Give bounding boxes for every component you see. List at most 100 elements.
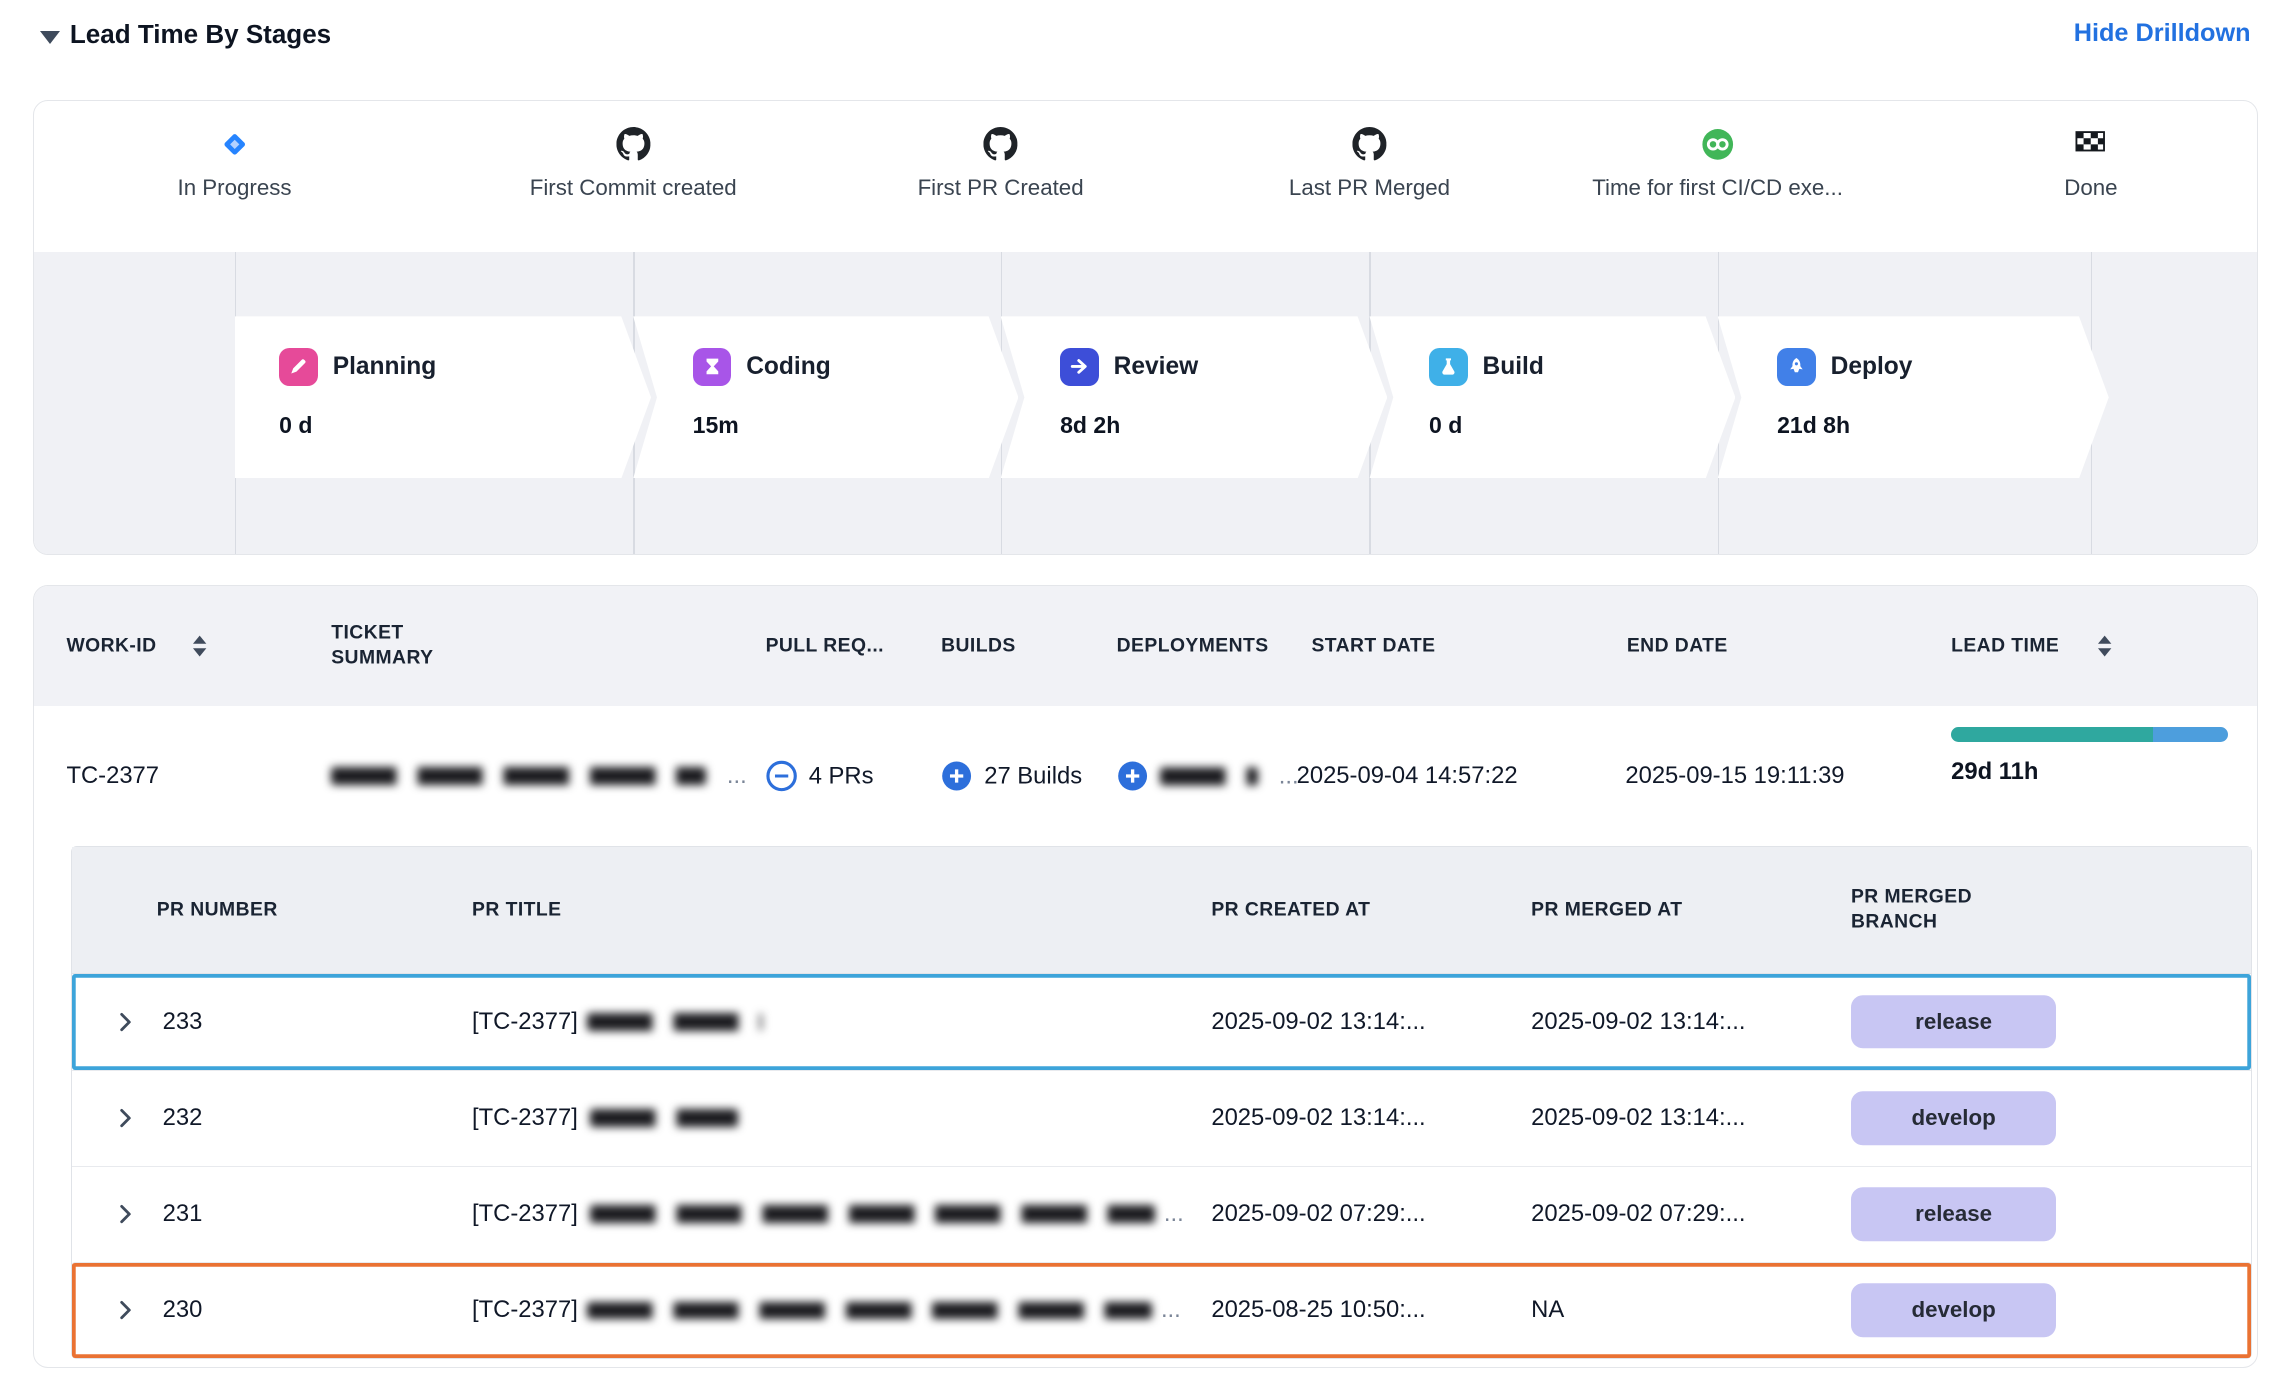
- chevron-right-icon: [114, 1203, 136, 1225]
- pr-row-232[interactable]: 232 [TC-2377] 2025-09-02 13:14:... 2025-…: [72, 1070, 2251, 1166]
- ellipsis: ...: [1161, 1296, 1181, 1324]
- pr-title: [TC-2377]: [472, 1104, 747, 1132]
- stage-build: Build 0 d: [1369, 316, 1735, 478]
- review-icon: [1060, 348, 1099, 387]
- expand-row-button[interactable]: [108, 1005, 142, 1039]
- pr-merged-at: 2025-09-02 07:29:...: [1531, 1200, 1745, 1228]
- plus-circle-icon: [941, 760, 972, 791]
- col-pr-number: PR NUMBER: [157, 897, 278, 922]
- stage-duration: 0 d: [279, 412, 651, 439]
- hide-drilldown-link[interactable]: Hide Drilldown: [2074, 19, 2251, 48]
- col-end-date: END DATE: [1627, 633, 1728, 658]
- redacted-text: [1160, 767, 1258, 785]
- milestone-label: Time for first CI/CD exe...: [1592, 175, 1843, 201]
- start-date-value: 2025-09-04 14:57:22: [1297, 762, 1518, 790]
- deploy-icon: [1777, 348, 1816, 387]
- lead-time-bar-teal-segment: [1951, 727, 2153, 742]
- minus-circle-icon: [766, 760, 797, 791]
- collapse-caret-icon[interactable]: [40, 31, 60, 44]
- pr-merged-at: 2025-09-02 13:14:...: [1531, 1104, 1745, 1132]
- end-date-value: 2025-09-15 19:11:39: [1625, 762, 1844, 790]
- sort-work-id-button[interactable]: [187, 631, 212, 661]
- col-work-id: WORK-ID: [66, 633, 156, 658]
- col-pr-merged-branch: PR MERGED BRANCH: [1851, 885, 2030, 936]
- pr-title: [TC-2377]: [472, 1008, 771, 1036]
- milestone-cicd: Time for first CI/CD exe...: [1554, 127, 1881, 201]
- branch-badge: develop: [1851, 1284, 2056, 1338]
- cicd-icon: [1701, 127, 1734, 161]
- github-icon: [1352, 127, 1386, 161]
- stage-duration: 21d 8h: [1777, 412, 2109, 439]
- collapse-prs-button[interactable]: 4 PRs: [766, 760, 874, 791]
- col-pr-merged-at: PR MERGED AT: [1531, 897, 1682, 922]
- col-ticket-summary: TICKET SUMMARY: [331, 621, 468, 672]
- expand-builds-button[interactable]: 27 Builds: [941, 760, 1082, 791]
- lead-time-value: 29d 11h: [1951, 758, 2228, 786]
- stage-name: Review: [1114, 353, 1199, 381]
- col-lead-time: LEAD TIME: [1951, 633, 2059, 658]
- sort-lead-time-button[interactable]: [2092, 631, 2117, 661]
- pr-number: 230: [163, 1296, 203, 1324]
- lead-time-bar: [1951, 727, 2228, 742]
- milestone-label: First PR Created: [918, 175, 1084, 201]
- ellipsis: ...: [1279, 762, 1299, 790]
- milestone-label: First Commit created: [530, 175, 737, 201]
- coding-icon: [693, 348, 732, 387]
- pr-merged-at: NA: [1531, 1296, 1564, 1324]
- col-start-date: START DATE: [1311, 633, 1435, 658]
- pr-created-at: 2025-09-02 13:14:...: [1211, 1104, 1425, 1132]
- chevron-right-icon: [114, 1107, 136, 1129]
- pr-title: [TC-2377] ...: [472, 1200, 1184, 1228]
- pr-table-header: PR NUMBER PR TITLE PR CREATED AT PR MERG…: [72, 847, 2251, 974]
- stage-name: Coding: [746, 353, 830, 381]
- stage-duration: 8d 2h: [1060, 412, 1387, 439]
- expand-deployments-button[interactable]: ...: [1117, 760, 1299, 791]
- pr-created-at: 2025-09-02 07:29:...: [1211, 1200, 1425, 1228]
- github-icon: [616, 127, 650, 161]
- col-pull-requests: PULL REQ...: [766, 633, 884, 658]
- chevron-right-icon: [114, 1011, 136, 1033]
- milestone-done: Done: [1927, 127, 2254, 201]
- col-pr-created-at: PR CREATED AT: [1211, 897, 1370, 922]
- build-count: 27 Builds: [984, 762, 1082, 790]
- work-items-card: WORK-ID TICKET SUMMARY PULL REQ... BUILD…: [33, 585, 2258, 1369]
- stage-name: Build: [1483, 353, 1544, 381]
- pr-row-230[interactable]: 230 [TC-2377] ... 2025-08-25 10:50:... N…: [72, 1262, 2251, 1358]
- stage-deploy: Deploy 21d 8h: [1718, 316, 2109, 478]
- col-pr-title: PR TITLE: [472, 897, 561, 922]
- milestone-label: Done: [2064, 175, 2117, 201]
- finish-flag-icon: [2075, 127, 2108, 161]
- pr-created-at: 2025-08-25 10:50:...: [1211, 1296, 1425, 1324]
- expand-row-button[interactable]: [108, 1101, 142, 1135]
- lead-time-drilldown-panel: Lead Time By Stages Hide Drilldown In Pr…: [0, 0, 2291, 1376]
- milestone-first-pr: First PR Created: [837, 127, 1164, 201]
- milestone-last-pr-merged: Last PR Merged: [1206, 127, 1533, 201]
- milestone-first-commit: First Commit created: [470, 127, 797, 201]
- build-icon: [1429, 348, 1468, 387]
- col-builds: BUILDS: [941, 633, 1016, 658]
- stage-duration: 0 d: [1429, 412, 1735, 439]
- ellipsis: ...: [727, 762, 747, 790]
- pr-table: PR NUMBER PR TITLE PR CREATED AT PR MERG…: [71, 846, 2252, 1359]
- pr-row-233[interactable]: 233 [TC-2377] 2025-09-02 13:14:... 2025-…: [72, 974, 2251, 1069]
- milestone-label: Last PR Merged: [1289, 175, 1450, 201]
- branch-badge: release: [1851, 1188, 2056, 1242]
- expand-row-button[interactable]: [108, 1197, 142, 1231]
- stages-card: In Progress First Commit created First P…: [33, 100, 2258, 555]
- milestone-in-progress: In Progress: [71, 127, 398, 201]
- redacted-text: [331, 767, 706, 785]
- lead-time-bar-blue-segment: [2153, 727, 2228, 742]
- redacted-text: [590, 1205, 1155, 1223]
- pr-number: 232: [163, 1104, 203, 1132]
- pr-row-231[interactable]: 231 [TC-2377] ... 2025-09-02 07:29:... 2…: [72, 1166, 2251, 1262]
- stage-review: Review 8d 2h: [1001, 316, 1388, 478]
- stage-duration: 15m: [693, 412, 1019, 439]
- jira-status-icon: [218, 127, 251, 161]
- github-icon: [983, 127, 1017, 161]
- page-title: Lead Time By Stages: [70, 19, 331, 50]
- pull-requests-cell: 4 PRs: [766, 760, 874, 791]
- col-deployments: DEPLOYMENTS: [1117, 633, 1269, 658]
- pr-created-at: 2025-09-02 13:14:...: [1211, 1008, 1425, 1036]
- expand-row-button[interactable]: [108, 1293, 142, 1327]
- work-table-header: WORK-ID TICKET SUMMARY PULL REQ... BUILD…: [34, 586, 2257, 707]
